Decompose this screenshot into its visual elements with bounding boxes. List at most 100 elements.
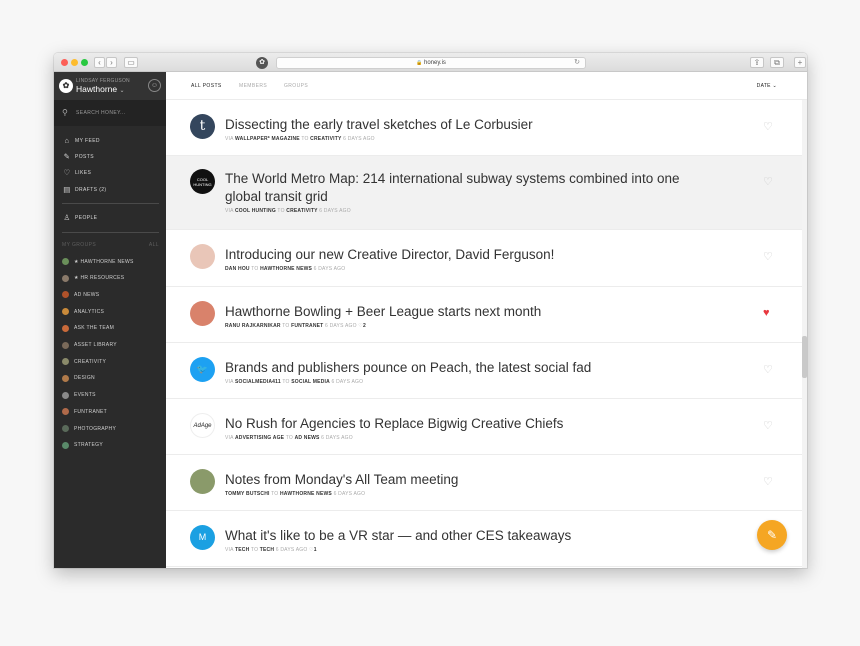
post-title[interactable]: No Rush for Agencies to Replace Bigwig C… [225,415,695,433]
sidebar-item-my-feed[interactable]: ⌂ MY FEED [62,136,100,146]
post-group[interactable]: AD NEWS [295,435,320,441]
back-button[interactable]: ‹ [94,57,105,68]
post-avatar[interactable] [190,244,215,269]
compose-icon: ✎ [766,528,778,542]
post-avatar[interactable]: M [190,525,215,550]
close-window-button[interactable] [61,59,68,66]
post-title[interactable]: The World Metro Map: 214 international s… [225,170,695,206]
comment-count[interactable]: ♡1 [309,547,317,553]
group-label: DESIGN [74,375,95,382]
post-row[interactable]: Notes from Monday's All Team meeting TOM… [166,455,802,511]
post-row[interactable]: COOL HUNTING The World Metro Map: 214 int… [166,156,802,230]
like-heart-icon[interactable]: ♥ [763,307,770,319]
tab-all-posts[interactable]: ALL POSTS [191,83,222,89]
group-label: STRATEGY [74,442,103,449]
post-group[interactable]: TECH [260,547,274,553]
sidebar-group-item[interactable]: STRATEGY [62,441,103,452]
sidebar-item-likes[interactable]: ♡ LIKES [62,168,91,178]
like-heart-icon[interactable]: ♡ [763,475,773,488]
comment-count[interactable]: ♡2 [358,323,366,329]
post-avatar[interactable]: t [190,114,215,139]
post-row[interactable]: 🐦 Brands and publishers pounce on Peach, … [166,343,802,399]
post-source[interactable]: TOMMY BUTSCHI [225,491,270,497]
sidebar-item-drafts[interactable]: ▤ DRAFTS (2) [62,185,107,195]
post-source[interactable]: SOCIALMEDIA411 [235,379,281,385]
sidebar-item-people[interactable]: ♙ PEOPLE [62,213,97,223]
like-heart-icon[interactable]: ♡ [763,363,773,376]
scrollbar[interactable] [802,100,807,568]
post-title[interactable]: Introducing our new Creative Director, D… [225,246,695,264]
post-row[interactable]: t Dissecting the early travel sketches of… [166,100,802,156]
sidebar-group-item[interactable]: AD NEWS [62,291,99,301]
post-source[interactable]: ADVERTISING AGE [235,435,284,441]
like-heart-icon[interactable]: ♡ [763,120,773,133]
post-source[interactable]: TECH [235,547,249,553]
sidebar-toggle-button[interactable]: ▭ [124,57,138,68]
post-title[interactable]: Hawthorne Bowling + Beer League starts n… [225,303,695,321]
post-title[interactable]: Notes from Monday's All Team meeting [225,471,695,489]
post-title[interactable]: What it's like to be a VR star — and oth… [225,527,695,545]
post-title[interactable]: Brands and publishers pounce on Peach, t… [225,359,695,377]
post-source[interactable]: COOL HUNTING [235,208,276,214]
forward-button[interactable]: › [106,57,117,68]
tabs-button[interactable]: ⧉ [770,57,784,68]
sidebar-header: ✿ LINDSAY FERGUSON Hawthorne ⌄ ☺ [54,72,166,100]
post-group[interactable]: HAWTHORNE NEWS [280,491,332,497]
address-bar[interactable]: 🔒 honey.is ↻ [276,57,586,69]
post-avatar[interactable] [190,301,215,326]
post-group[interactable]: SOCIAL MEDIA [291,379,330,385]
search-input[interactable]: SEARCH HONEY... [76,110,126,116]
post-source[interactable]: WALLPAPER* MAGAZINE [235,136,300,142]
post-group[interactable]: CREATIVITY [286,208,317,214]
sidebar-group-item[interactable]: FUNTRANET [62,408,107,418]
profile-icon[interactable]: ☺ [148,79,161,92]
honey-logo-icon[interactable]: ✿ [59,79,73,93]
post-group[interactable]: HAWTHORNE NEWS [260,266,312,272]
compose-button[interactable]: ✎ [757,520,787,550]
reload-icon[interactable]: ↻ [574,58,580,68]
org-switcher[interactable]: Hawthorne ⌄ [76,84,125,94]
comment-count-value: 1 [313,547,317,553]
search-bar[interactable]: ⚲ SEARCH HONEY... [54,100,166,126]
post-avatar[interactable] [190,469,215,494]
new-tab-button[interactable]: + [794,57,806,68]
sidebar-group-item[interactable]: CREATIVITY [62,358,106,368]
post-group[interactable]: CREATIVITY [310,136,341,142]
post-source[interactable]: RANU RAJKARNIKAR [225,323,281,329]
sidebar-group-item[interactable]: ASSET LIBRARY [62,341,117,352]
sidebar-group-item[interactable]: ★ HR RESOURCES [62,274,124,285]
post-to: TO [282,323,290,329]
sidebar-group-item[interactable]: ASK THE TEAM [62,324,114,335]
sort-dropdown[interactable]: DATE ⌄ [757,83,777,89]
post-row[interactable]: M What it's like to be a VR star — and ot… [166,511,802,567]
minimize-window-button[interactable] [71,59,78,66]
post-row[interactable]: Introducing our new Creative Director, D… [166,230,802,287]
sidebar-group-item[interactable]: ★ HAWTHORNE NEWS [62,258,134,268]
post-title[interactable]: Dissecting the early travel sketches of … [225,116,695,134]
groups-all-link[interactable]: ALL [149,242,159,248]
post-row[interactable]: Hawthorne Bowling + Beer League starts n… [166,287,802,343]
group-avatar-icon [62,441,69,449]
post-group[interactable]: FUNTRANET [291,323,323,329]
sidebar-item-posts[interactable]: ✎ POSTS [62,152,94,162]
post-source[interactable]: DAN HOU [225,266,250,272]
sidebar-group-item[interactable]: EVENTS [62,391,96,402]
post-avatar[interactable]: COOL HUNTING [190,169,215,194]
like-heart-icon[interactable]: ♡ [763,250,773,263]
group-label: EVENTS [74,392,96,399]
post-row[interactable]: AdAge No Rush for Agencies to Replace Big… [166,399,802,455]
post-avatar[interactable]: 🐦 [190,357,215,382]
like-heart-icon[interactable]: ♡ [763,419,773,432]
share-button[interactable]: ⇪ [750,57,764,68]
browser-window: ‹ › ▭ ✿ 🔒 honey.is ↻ ⇪ ⧉ + ✿ LINDSAY FER… [54,53,807,568]
tab-members[interactable]: MEMBERS [239,83,267,89]
sidebar-group-item[interactable]: DESIGN [62,374,95,385]
like-heart-icon[interactable]: ♡ [763,175,773,188]
scrollbar-thumb[interactable] [802,336,807,378]
sidebar-group-item[interactable]: ANALYTICS [62,308,104,318]
honey-favicon[interactable]: ✿ [256,57,268,69]
sidebar-group-item[interactable]: PHOTOGRAPHY [62,425,116,435]
post-avatar[interactable]: AdAge [190,413,215,438]
tab-groups[interactable]: GROUPS [284,83,308,89]
maximize-window-button[interactable] [81,59,88,66]
